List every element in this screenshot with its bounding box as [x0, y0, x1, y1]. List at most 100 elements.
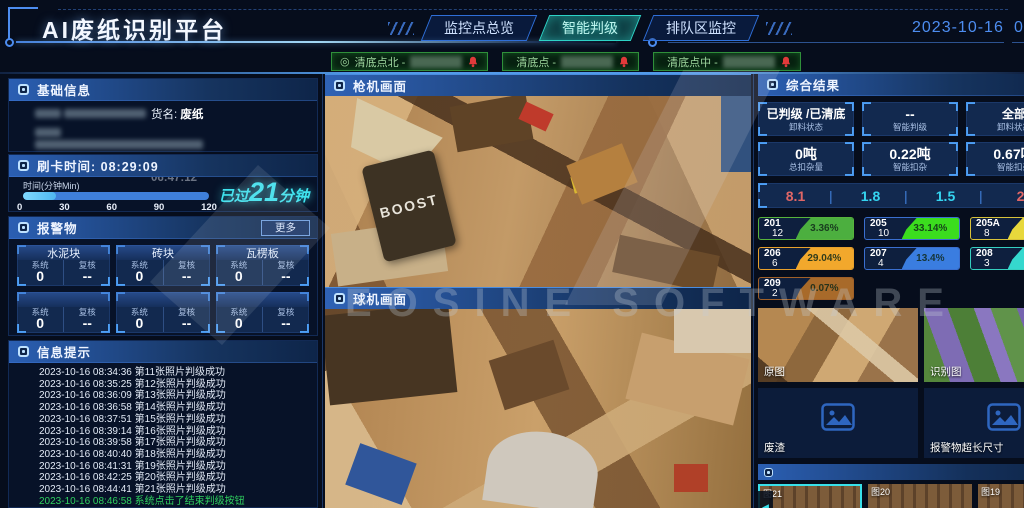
- photo-fragment: [325, 309, 457, 405]
- panel-icon: [18, 346, 29, 357]
- panel-title: 基础信息: [37, 80, 91, 99]
- alarm-oversize-image-cell[interactable]: 报警物超长尺寸: [924, 388, 1024, 458]
- photo-fragment: [482, 425, 602, 508]
- alarm-card-stats: 系统 0 复核 --: [216, 307, 309, 332]
- image-placeholder-icon: [987, 403, 1021, 431]
- header-corner-decoration: [8, 7, 38, 41]
- elapsed-value: 21: [249, 179, 279, 205]
- tab-label: 智能判级: [562, 20, 618, 36]
- review-count: 复核 --: [163, 260, 210, 285]
- stat-value: 全部: [1002, 106, 1024, 122]
- redacted-label: [35, 128, 61, 137]
- grade-count: 2: [764, 289, 781, 299]
- grade-percent: 0.07%: [810, 283, 838, 294]
- alarm-bell-icon: [467, 56, 479, 68]
- panel-icon: [18, 222, 29, 233]
- monitor-point-buttons: ◎ 清底点北 - 清底点 - 清底点中 -: [331, 52, 801, 71]
- grade-count: 6: [764, 259, 781, 269]
- stat-value: 已判级 /已清底: [767, 106, 846, 122]
- elapsed-prefix: 已过: [219, 185, 249, 206]
- swipe-time-body: 时间(分钟Min) 0306090120 已过 21 分钟: [9, 177, 317, 211]
- alarm-card: 系统 0 复核 --: [216, 292, 309, 333]
- stat-card: 已判级 /已清底 卸料状态: [758, 102, 854, 136]
- grade-info: 201 12: [764, 219, 783, 239]
- metric-value: 2: [983, 188, 1024, 204]
- panel-icon: [334, 293, 345, 304]
- result-stat-cards: 已判级 /已清底 卸料状态 -- 智能判级 全部 卸料状态 0吨 总扣杂量 0.…: [758, 102, 1024, 176]
- panel-title: 球机画面: [353, 289, 407, 308]
- header-rail-right: [1012, 42, 1024, 43]
- panel-icon: [18, 160, 29, 171]
- slag-image-cell[interactable]: 废渣: [758, 388, 918, 458]
- grade-wave: 33.14%: [902, 218, 959, 239]
- stat-label: 智能扣杂: [893, 162, 927, 173]
- stat-card: -- 智能判级: [862, 102, 958, 136]
- alarm-card-stats: 系统 0 复核 --: [116, 307, 209, 332]
- stat-label: 智能判级: [893, 122, 927, 133]
- boost-text: BOOST: [378, 191, 440, 221]
- thumbnail-label: 图19: [981, 485, 1000, 498]
- log-list: 2023-10-16 08:34:36 第11张照片判级成功2023-10-16…: [9, 363, 317, 507]
- nav-tab[interactable]: 排队区监控: [648, 15, 754, 41]
- vertical-divider-right: [753, 74, 754, 508]
- stat-label: 总扣杂量: [789, 162, 823, 173]
- review-value: --: [263, 270, 309, 283]
- panel-icon: [18, 84, 29, 95]
- alarm-card-stats: 系统 0 复核 --: [216, 260, 309, 285]
- grade-wave: [1008, 248, 1024, 269]
- basic-info-panel: 基础信息 货名: 废纸 毛重: 49.4000吨 入场时间: 2023-10-1…: [8, 78, 318, 152]
- redacted-row: [35, 127, 151, 151]
- grade-card: 205 10 33.14%: [864, 217, 960, 240]
- photo-fragment: [612, 235, 720, 287]
- time-progress-fill: [23, 192, 56, 200]
- nav-tab[interactable]: 监控点总览: [426, 15, 532, 41]
- header-date: 2023-10-16: [912, 19, 1004, 37]
- prev-arrow-icon[interactable]: ◀: [758, 491, 773, 508]
- panel-header: 信息提示: [9, 341, 317, 363]
- monitor-point-button[interactable]: 清底点 -: [502, 52, 639, 71]
- nav-tab[interactable]: 智能判级: [544, 15, 636, 41]
- redacted-value: [35, 140, 203, 149]
- photo-thumbnail[interactable]: 图21: [758, 484, 862, 508]
- photo-thumbnail[interactable]: 图19: [978, 484, 1024, 508]
- monitor-point-button[interactable]: ◎ 清底点北 -: [331, 52, 488, 71]
- review-count: 复核 --: [163, 307, 210, 332]
- alarm-card-title: [17, 292, 110, 307]
- photo-fragment: [674, 309, 751, 353]
- thumbnail-strip-header: [758, 464, 1024, 480]
- grade-count: 8: [976, 229, 1000, 239]
- panel-title: 刷卡时间: 08:29:09: [37, 156, 159, 175]
- alarm-card: 系统 0 复核 --: [116, 292, 209, 333]
- panel-header: 基础信息: [9, 79, 317, 101]
- photo-thumbnail[interactable]: 图20: [868, 484, 972, 508]
- grade-percent: 13.4%: [916, 253, 944, 264]
- recognition-image-cell[interactable]: 识别图: [924, 308, 1024, 382]
- alarm-card-stats: 系统 0 复核 --: [17, 307, 110, 332]
- alarm-card-title: 水泥块: [17, 245, 110, 260]
- axis-tick: 120: [201, 202, 217, 213]
- log-line: 2023-10-16 08:37:51 第15张照片判级成功: [39, 414, 313, 426]
- grade-wave: 29.04%: [796, 248, 853, 269]
- review-value: --: [64, 317, 110, 330]
- panel-title: 报警物: [37, 218, 78, 237]
- log-line: 2023-10-16 08:46:58 系统点击了结束判级按钮: [39, 496, 313, 508]
- log-line: 2023-10-16 08:36:09 第13张照片判级成功: [39, 390, 313, 402]
- stat-card: 全部 卸料状态: [966, 102, 1024, 136]
- grade-wave: 3.36%: [796, 218, 853, 239]
- tab-label: 监控点总览: [444, 20, 514, 36]
- axis-tick: 30: [59, 202, 70, 213]
- alarm-card-title: 瓦楞板: [216, 245, 309, 260]
- log-line: 2023-10-16 08:36:58 第14张照片判级成功: [39, 402, 313, 414]
- system-count: 系统 0: [17, 307, 63, 332]
- alarm-card-stats: 系统 0 复核 --: [17, 260, 110, 285]
- more-button[interactable]: 更多: [261, 220, 310, 236]
- alarm-card-stats: 系统 0 复核 --: [116, 260, 209, 285]
- grade-count: 4: [870, 259, 887, 269]
- monitor-point-button[interactable]: 清底点中 -: [653, 52, 801, 71]
- grade-wave: 0.07%: [796, 278, 853, 299]
- nav-tabs: 监控点总览 智能判级 排队区监控: [388, 15, 792, 41]
- panel-title: 枪机画面: [353, 76, 407, 95]
- alarm-bell-icon: [780, 56, 792, 68]
- original-image-cell[interactable]: 原图: [758, 308, 918, 382]
- swipe-time-panel: 刷卡时间: 08:29:09 时间(分钟Min) 0306090120 已过 2…: [8, 154, 318, 212]
